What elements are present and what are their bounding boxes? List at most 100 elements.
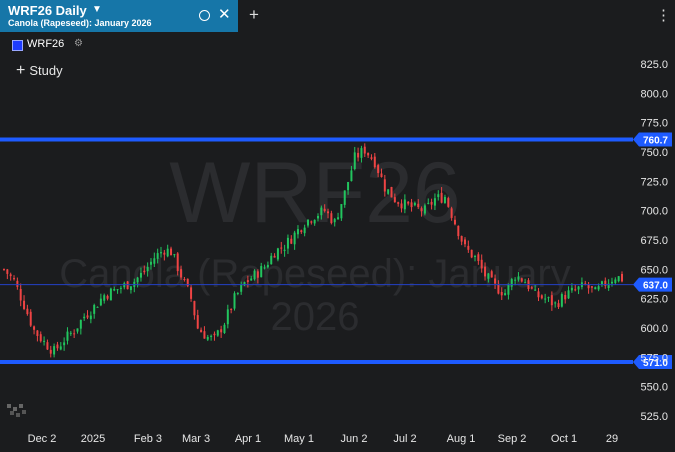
candle-body [350,170,353,182]
candle-body [26,308,29,315]
candle-body [39,334,42,342]
price-chart[interactable]: WRF26 Canola (Rapeseed): January 2026 76… [0,32,675,452]
candle-body [440,192,443,203]
candle-body [263,267,266,269]
watermark-line-1: Canola (Rapeseed): January [59,252,570,296]
circle-icon[interactable] [199,10,210,21]
candle-body [510,279,513,287]
candle-body [420,208,423,212]
candle-body [216,330,219,336]
chart-tab[interactable]: WRF26 Daily ▼ Canola (Rapeseed): January… [0,0,238,32]
plus-icon[interactable]: + [249,5,259,25]
candle-body [604,280,607,286]
gear-icon[interactable]: ⚙ [74,38,83,49]
candle-body [119,287,122,289]
plus-icon: + [16,62,26,79]
candle-body [413,202,416,206]
candle-body [69,332,72,334]
candle-body [283,249,286,251]
candle-body [99,298,102,306]
candle-body [433,198,436,206]
candle-body [397,202,400,204]
x-tick-label: Dec 2 [28,433,57,445]
candle-body [497,284,500,294]
candle-body [266,264,269,268]
candle-body [340,204,343,219]
y-tick-label: 625.0 [640,294,668,306]
kebab-menu-icon[interactable]: ⋮ [656,8,671,23]
close-icon[interactable]: ✕ [218,6,231,24]
candle-body [53,346,56,355]
candle-body [363,146,366,154]
candle-body [43,340,46,342]
candle-body [213,333,216,336]
y-tick-label: 525.0 [640,411,668,423]
candle-body [610,281,613,284]
legend-swatch [12,40,23,51]
caret-down-icon[interactable]: ▼ [92,4,102,15]
candle-body [313,219,316,224]
candle-body [190,287,193,299]
candle-body [293,232,296,245]
candle-body [467,245,470,250]
candle-body [504,293,507,296]
x-tick-label: Apr 1 [235,433,261,445]
candle-body [590,286,593,288]
candle-body [149,261,152,265]
candle-body [136,277,139,283]
candle-body [186,278,189,287]
x-tick-label: May 1 [284,433,314,445]
candle-body [323,208,326,212]
candle-body [230,308,233,310]
candle-body [236,292,239,294]
candle-body [126,281,129,290]
candle-body [343,190,346,205]
candle-body [156,253,159,259]
candle-body [564,294,567,300]
x-tick-label: 29 [606,433,618,445]
candle-body [554,302,557,304]
candle-body [3,269,5,271]
x-tick-label: Feb 3 [134,433,162,445]
x-tick-label: 2025 [81,433,105,445]
candle-body [23,300,26,309]
candle-body [296,229,299,235]
tab-subtitle: Canola (Rapeseed): January 2026 [8,18,152,28]
candle-body [203,331,206,339]
candle-body [260,266,263,278]
y-tick-label: 550.0 [640,382,668,394]
candle-body [443,196,446,204]
candle-body [400,203,403,209]
candle-body [113,288,116,291]
candle-body [246,280,249,283]
candle-body [517,276,520,280]
candle-body [587,284,590,289]
candle-body [290,238,293,244]
y-tick-label: 800.0 [640,88,668,100]
add-study-button[interactable]: + Study [16,62,63,80]
x-tick-label: Aug 1 [447,433,476,445]
candle-body [463,239,466,245]
candle-body [377,165,380,174]
candle-body [317,215,320,219]
candle-body [347,182,350,191]
candle-body [59,346,62,350]
candle-body [540,295,543,299]
candle-body [393,197,396,203]
candle-body [407,201,410,204]
candle-body [153,258,156,264]
candle-body [170,248,173,256]
candle-body [423,205,426,214]
candle-body [200,329,203,333]
candle-body [76,328,79,332]
study-label: Study [29,63,63,78]
candle-body [276,248,279,260]
candle-body [9,274,12,277]
candle-body [480,259,483,269]
candle-body [557,303,560,307]
candle-body [367,152,370,156]
candle-body [83,316,86,319]
candle-body [96,306,99,308]
candle-body [327,211,330,214]
candle-body [574,289,577,291]
